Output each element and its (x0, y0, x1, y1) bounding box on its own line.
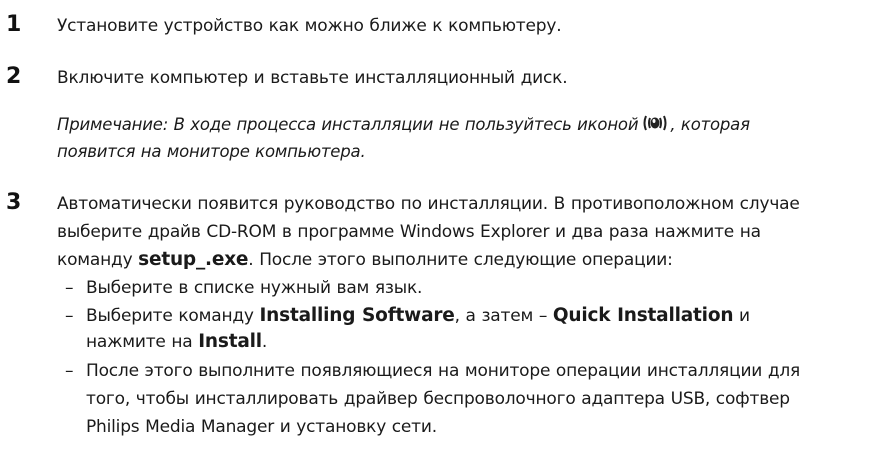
installing-software-command: Installing Software (259, 305, 455, 326)
step-number-1: 1 (6, 12, 22, 37)
bullet-1-text: Выберите в списке нужный вам язык. (86, 278, 423, 298)
note-text-before-icon: Примечание: В ходе процесса инсталляции … (57, 115, 639, 134)
step-number-2: 2 (6, 64, 22, 89)
step-number-3: 3 (6, 190, 22, 215)
step-3-line-1: Автоматически появится руководство по ин… (57, 194, 800, 214)
bullet-3-line-2: того, чтобы инсталлировать драйвер беспр… (86, 389, 790, 409)
bullet-3-line-3: Philips Media Manager и установку сети. (86, 417, 437, 437)
step-1-text: Установите устройство как можно ближе к … (57, 16, 562, 36)
step-2-note-line-2: появится на мониторе компьютера. (57, 142, 366, 161)
bullet-2-pre: Выберите команду (86, 306, 260, 326)
bullet-dash-2: – (65, 306, 74, 326)
step-3-line-3: команду setup_.exe. После этого выполнит… (57, 249, 673, 271)
bullet-3-line-1: После этого выполните появляющиеся на мо… (86, 361, 801, 381)
step-2-text: Включите компьютер и вставьте инсталляци… (57, 68, 568, 88)
bullet-2-line-1: Выберите команду Installing Software, а … (86, 305, 750, 327)
install-command: Install (198, 331, 262, 352)
bullet-dash-3: – (65, 361, 74, 381)
bullet-2-line-2-post: . (261, 332, 268, 352)
wireless-monitor-icon (642, 112, 668, 140)
bullet-2-line-2-pre: нажмите на (86, 332, 199, 352)
bullet-2-line-2: нажмите на Install. (86, 331, 267, 353)
step-2-note-line-1: Примечание: В ходе процесса инсталляции … (57, 112, 750, 140)
step-3-line-2: выберите драйв CD-ROM в программе Window… (57, 222, 761, 242)
step-3-line-3-post: . После этого выполните следующие операц… (248, 250, 673, 270)
step-3-line-3-pre: команду (57, 250, 139, 270)
bullet-2-post: и (733, 306, 750, 326)
bullet-2-mid: , а затем – (454, 306, 553, 326)
setup-exe-command: setup_.exe (138, 249, 249, 270)
bullet-dash-1: – (65, 278, 74, 298)
quick-installation-command: Quick Installation (552, 305, 734, 326)
note-text-after-icon: , которая (670, 115, 750, 134)
